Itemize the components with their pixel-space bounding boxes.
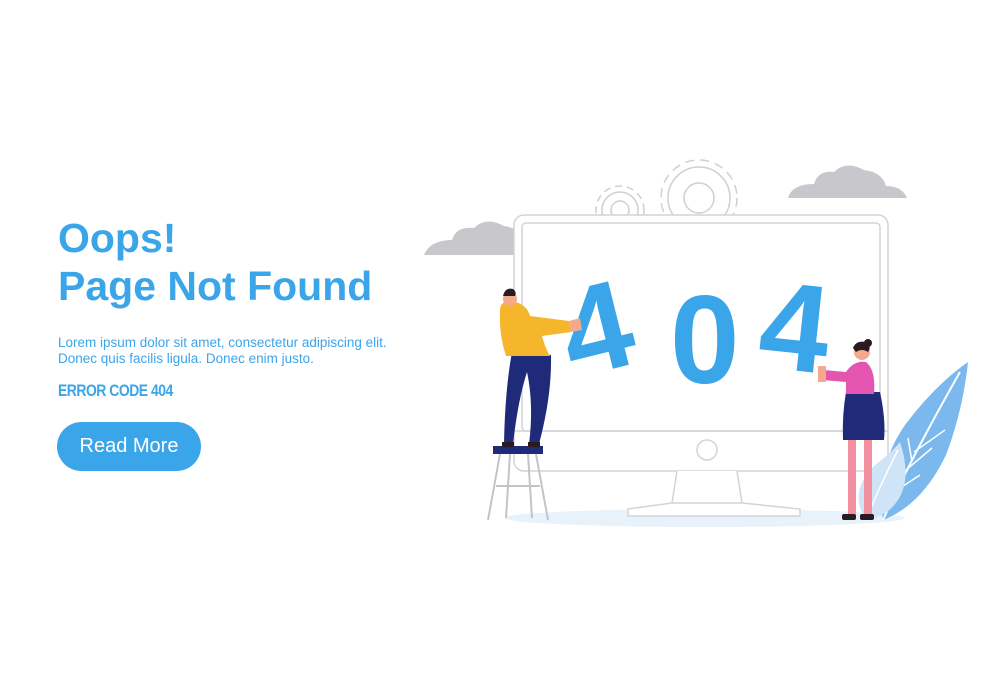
digits-404: 4 0 4 [546, 253, 837, 410]
cloud-right-icon [788, 165, 907, 198]
error-404-illustration: 4 0 4 [424, 159, 968, 527]
ladder-top [493, 446, 543, 454]
digit-0: 0 [670, 271, 740, 410]
